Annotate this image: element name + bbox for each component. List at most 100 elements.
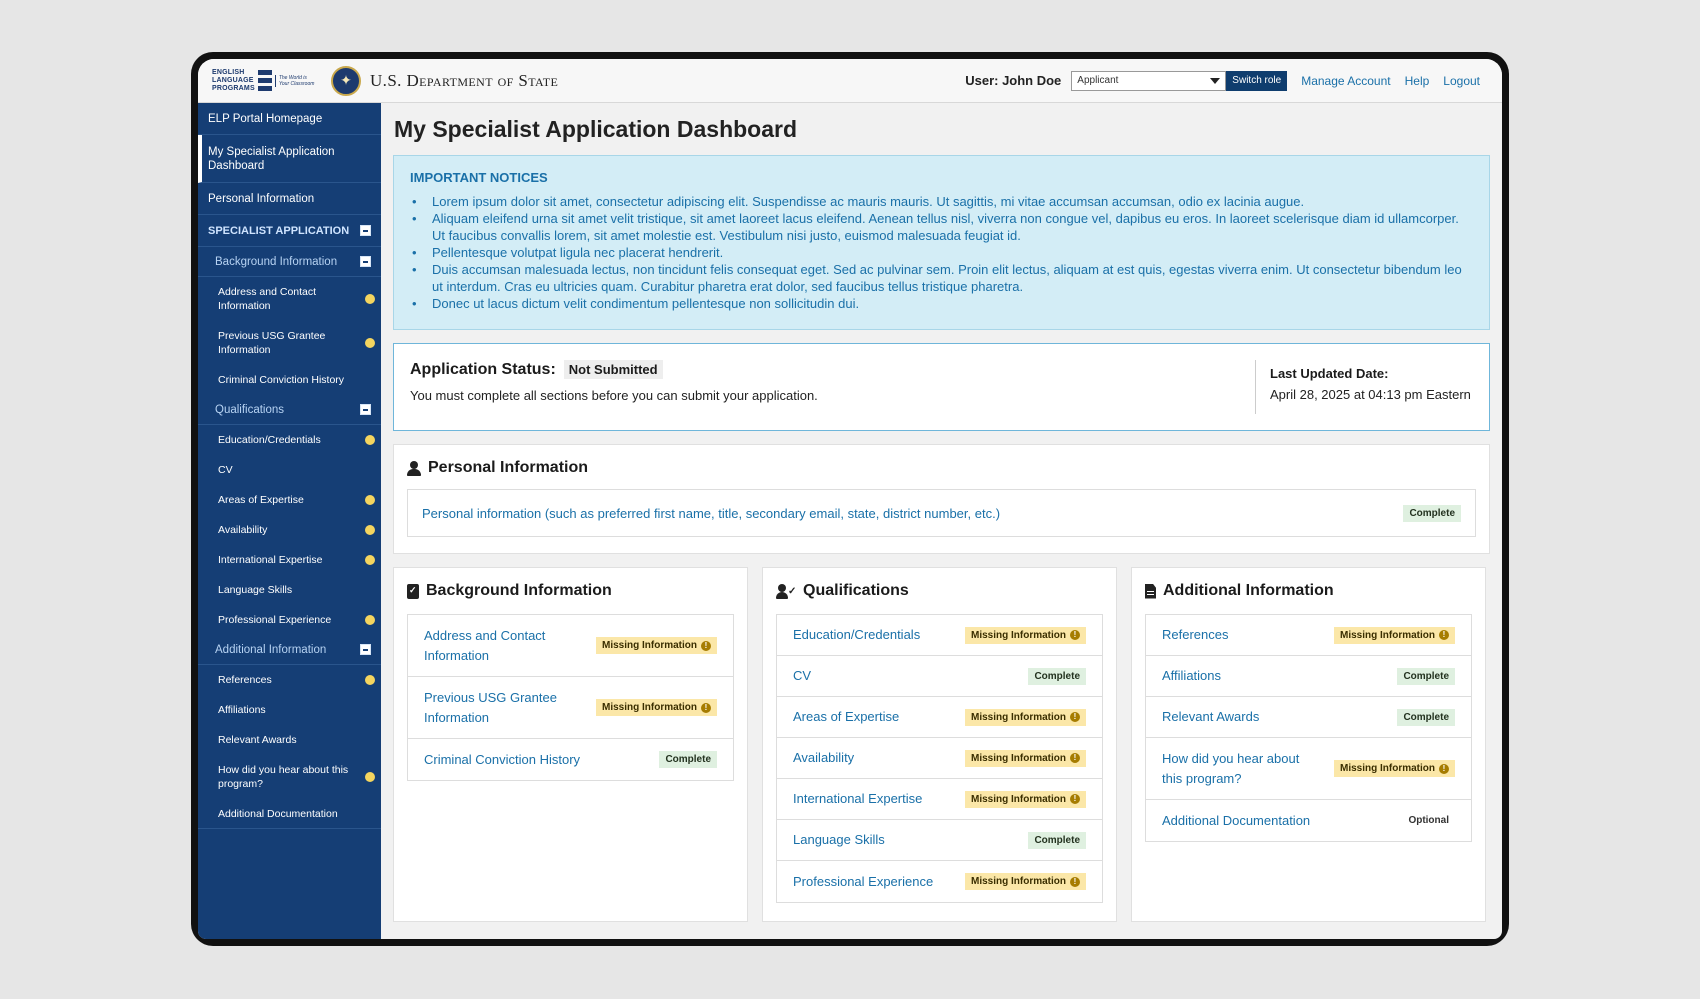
- item-list: Address and Contact Information Missing I…: [407, 614, 734, 781]
- status-badge: Missing Information!: [965, 873, 1086, 890]
- list-item: Additional Documentation Optional: [1146, 800, 1471, 841]
- item-list: References Missing Information! Affiliati…: [1145, 614, 1472, 842]
- collapse-icon[interactable]: [360, 225, 371, 236]
- alert-icon: !: [1070, 876, 1080, 887]
- sidebar-item-education-credentials[interactable]: Education/Credentials: [198, 425, 381, 455]
- sidebar-group-additional-information[interactable]: Additional Information: [198, 635, 381, 665]
- sidebar-item-address-and-contact-information[interactable]: Address and Contact Information: [198, 277, 381, 321]
- sidebar-item-additional-documentation[interactable]: Additional Documentation: [198, 799, 381, 829]
- sidebar-item-availability[interactable]: Availability: [198, 515, 381, 545]
- sidebar-item-label: ELP Portal Homepage: [208, 112, 323, 125]
- sidebar-item-previous-usg-grantee-information[interactable]: Previous USG Grantee Information: [198, 321, 381, 365]
- item-link[interactable]: Previous USG Grantee Information: [424, 688, 584, 728]
- notice-item: Duis accumsan malesuada lectus, non tinc…: [412, 261, 1473, 295]
- sidebar-item-language-skills[interactable]: Language Skills: [198, 575, 381, 605]
- status-badge: Missing Information!: [965, 749, 1086, 767]
- sidebar-item-areas-of-expertise[interactable]: Areas of Expertise: [198, 485, 381, 515]
- elp-logo-mark: [257, 68, 272, 94]
- elp-logo[interactable]: ENGLISH LANGUAGE PROGRAMS The World is Your…: [212, 65, 317, 97]
- status-label: Application Status:: [410, 360, 556, 378]
- item-link[interactable]: Professional Experience: [793, 872, 933, 892]
- logout-link[interactable]: Logout: [1443, 74, 1480, 88]
- item-link[interactable]: Address and Contact Information: [424, 626, 584, 666]
- status-badge: Missing Information!: [965, 790, 1086, 808]
- sidebar-item-dashboard[interactable]: My Specialist Application Dashboard: [198, 135, 381, 183]
- alert-icon: !: [1070, 753, 1080, 763]
- sidebar-item-affiliations[interactable]: Affiliations: [198, 695, 381, 725]
- card-header: Background Information: [407, 582, 734, 600]
- personal-information-card: Personal Information Personal informatio…: [393, 444, 1490, 554]
- main-content: My Specialist Application Dashboard IMPO…: [381, 103, 1502, 939]
- alert-icon: !: [701, 640, 711, 651]
- status-badge: Missing Information!: [965, 626, 1086, 644]
- sidebar-item-criminal-conviction-history[interactable]: Criminal Conviction History: [198, 365, 381, 395]
- sidebar-item-label: Additional Documentation: [218, 807, 338, 820]
- sidebar-item-professional-experience[interactable]: Professional Experience: [198, 605, 381, 635]
- item-link[interactable]: International Expertise: [793, 789, 922, 809]
- sidebar-item-label: My Specialist Application Dashboard: [208, 145, 335, 172]
- sidebar-item-cv[interactable]: CV: [198, 455, 381, 485]
- collapse-icon[interactable]: [360, 404, 371, 415]
- sidebar-item-label: Areas of Expertise: [218, 494, 304, 506]
- item-link[interactable]: Language Skills: [793, 830, 885, 850]
- notice-item: Aliquam eleifend urna sit amet velit tri…: [412, 210, 1473, 244]
- personal-information-link[interactable]: Personal information (such as preferred …: [422, 506, 1000, 521]
- switch-role-button[interactable]: Switch role: [1226, 70, 1288, 91]
- sidebar-section-specialist-application[interactable]: SPECIALIST APPLICATION: [198, 215, 381, 247]
- role-select[interactable]: Applicant: [1071, 70, 1227, 91]
- notice-item: Pellentesque volutpat ligula nec placera…: [412, 244, 1473, 261]
- sidebar-item-references[interactable]: References: [198, 665, 381, 695]
- list-item: CV Complete: [777, 656, 1102, 697]
- status-line: Application Status: Not Submitted: [410, 360, 1239, 379]
- qualifications-card: Qualifications Education/Credentials Miss…: [762, 567, 1117, 922]
- status-badge: Missing Information!: [596, 699, 717, 716]
- list-item: Availability Missing Information!: [777, 738, 1102, 779]
- important-notices: IMPORTANT NOTICES Lorem ipsum dolor sit …: [393, 155, 1490, 330]
- manage-account-link[interactable]: Manage Account: [1301, 74, 1390, 88]
- status-text: Missing Information: [971, 629, 1066, 641]
- item-link[interactable]: Education/Credentials: [793, 625, 920, 645]
- incomplete-indicator-icon: [365, 525, 375, 535]
- notice-item: Donec ut lacus dictum velit condimentum …: [412, 295, 1473, 312]
- notices-title: IMPORTANT NOTICES: [410, 170, 548, 185]
- sidebar-item-relevant-awards[interactable]: Relevant Awards: [198, 725, 381, 755]
- item-link[interactable]: Relevant Awards: [1162, 707, 1259, 727]
- sidebar-item-personal-information[interactable]: Personal Information: [198, 183, 381, 215]
- status-badge: Optional: [1408, 815, 1449, 826]
- user-area: User: John Doe Applicant Switch role Man…: [965, 59, 1502, 102]
- sidebar-item-how-did-you-hear[interactable]: How did you hear about this program?: [198, 755, 381, 799]
- item-link[interactable]: References: [1162, 625, 1228, 645]
- sidebar-item-label: Relevant Awards: [218, 734, 297, 746]
- collapse-icon[interactable]: [360, 644, 371, 655]
- user-check-icon: [776, 583, 796, 599]
- list-item: Address and Contact Information Missing I…: [408, 615, 733, 677]
- item-link[interactable]: Areas of Expertise: [793, 707, 899, 727]
- item-link[interactable]: Affiliations: [1162, 666, 1221, 686]
- sidebar-item-label: Affiliations: [218, 704, 266, 716]
- additional-information-card: Additional Information References Missing…: [1131, 567, 1486, 922]
- incomplete-indicator-icon: [365, 675, 375, 685]
- item-link[interactable]: How did you hear about this program?: [1162, 749, 1322, 789]
- sidebar-item-international-expertise[interactable]: International Expertise: [198, 545, 381, 575]
- status-badge: Missing Information!: [1334, 760, 1455, 777]
- item-link[interactable]: Availability: [793, 748, 854, 768]
- item-link[interactable]: Additional Documentation: [1162, 811, 1310, 831]
- item-link[interactable]: CV: [793, 666, 811, 686]
- browser-screen: ENGLISH LANGUAGE PROGRAMS The World is Your…: [198, 59, 1502, 939]
- help-link[interactable]: Help: [1405, 74, 1430, 88]
- collapse-icon[interactable]: [360, 256, 371, 267]
- sidebar-group-qualifications[interactable]: Qualifications: [198, 395, 381, 425]
- sidebar-group-background-information[interactable]: Background Information: [198, 247, 381, 277]
- status-text: Missing Information: [1340, 629, 1435, 641]
- sidebar-item-label: Address and Contact Information: [218, 286, 317, 312]
- item-list: Education/Credentials Missing Information…: [776, 614, 1103, 903]
- status-badge: Missing Information!: [596, 637, 717, 654]
- status-badge: Not Submitted: [563, 360, 663, 379]
- list-item: References Missing Information!: [1146, 615, 1471, 656]
- list-item: Education/Credentials Missing Information…: [777, 615, 1102, 656]
- sidebar-item-elp-portal-homepage[interactable]: ELP Portal Homepage: [198, 103, 381, 135]
- incomplete-indicator-icon: [365, 338, 375, 348]
- item-link[interactable]: Criminal Conviction History: [424, 750, 580, 770]
- alert-icon: !: [1070, 630, 1080, 640]
- agency-title[interactable]: U.S. DEPARTMENT OF STATE: [370, 71, 558, 91]
